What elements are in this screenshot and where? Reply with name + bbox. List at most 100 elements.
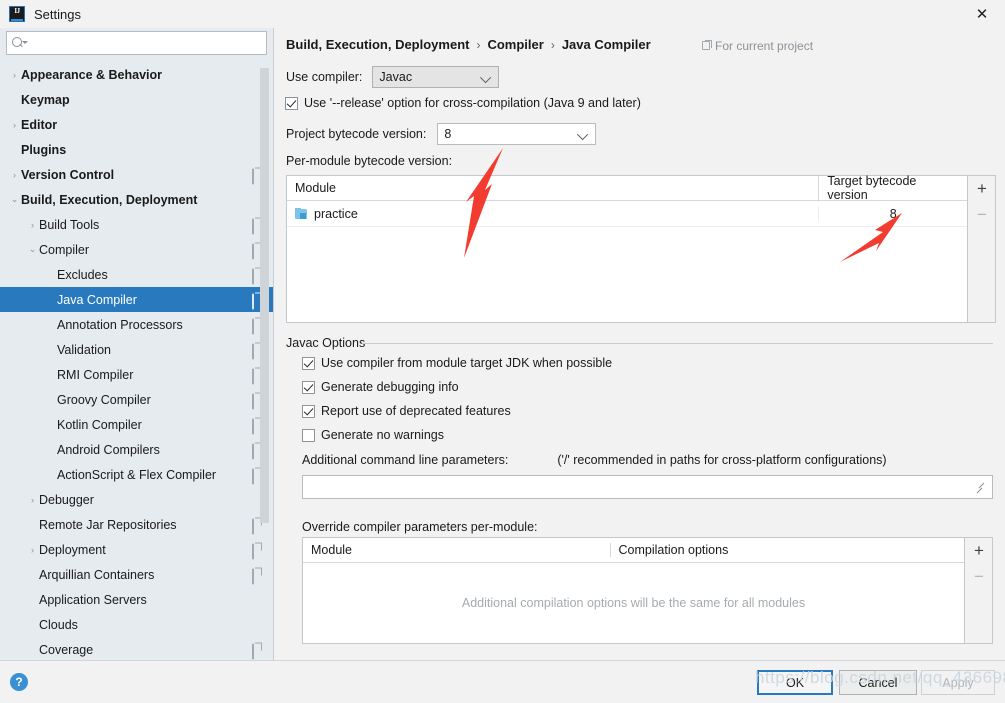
additional-params-input[interactable] [303, 476, 975, 498]
per-module-table-header: Module Target bytecode version [287, 174, 967, 202]
sidebar-item-actionscript-flex-compiler[interactable]: ActionScript & Flex Compiler [0, 462, 273, 487]
breadcrumb-part-1[interactable]: Build, Execution, Deployment [286, 37, 469, 52]
settings-dialog: IJ Settings ✕ › Appearance & Behavior Keym… [0, 0, 1005, 703]
sidebar-item-clouds[interactable]: Clouds [0, 612, 273, 637]
sidebar-item-validation[interactable]: Validation [0, 337, 273, 362]
override-params-label: Override compiler parameters per-module: [302, 520, 538, 534]
ok-button[interactable]: OK [757, 670, 833, 695]
sidebar-item-coverage[interactable]: Coverage [0, 637, 273, 660]
sidebar-item-android-compilers[interactable]: Android Compilers [0, 437, 273, 462]
javac-option-checkbox[interactable] [302, 380, 315, 394]
chevron-right-icon[interactable]: › [26, 545, 39, 555]
chevron-down-icon [577, 128, 589, 141]
sidebar-item-label: Keymap [21, 92, 70, 107]
project-bytecode-value: 8 [444, 127, 452, 141]
help-icon[interactable]: ? [10, 673, 28, 691]
sidebar-item-rmi-compiler[interactable]: RMI Compiler [0, 362, 273, 387]
release-option-row[interactable]: Use '--release' option for cross-compila… [285, 96, 641, 110]
sidebar-item-groovy-compiler[interactable]: Groovy Compiler [0, 387, 273, 412]
sidebar-item-java-compiler[interactable]: Java Compiler [0, 287, 273, 312]
module-target-bytecode[interactable]: 8 [890, 207, 897, 221]
sidebar-item-editor[interactable]: › Editor [0, 112, 273, 137]
sidebar-item-appearance-behavior[interactable]: › Appearance & Behavior [0, 62, 273, 87]
search-wrapper [0, 28, 273, 55]
additional-params-label-row: Additional command line parameters: ('/'… [302, 453, 887, 467]
override-params-label-row: Override compiler parameters per-module: [302, 520, 538, 534]
sidebar-item-kotlin-compiler[interactable]: Kotlin Compiler [0, 412, 273, 437]
use-compiler-select[interactable]: Javac [372, 66, 500, 88]
javac-option-checkbox[interactable] [302, 428, 315, 442]
table-row[interactable]: practice 8 [287, 201, 967, 227]
column-header-module[interactable]: Module [287, 181, 818, 195]
sidebar-item-excludes[interactable]: Excludes [0, 262, 273, 287]
sidebar-item-label: Appearance & Behavior [21, 67, 163, 82]
expand-icon[interactable] [975, 482, 986, 493]
sidebar-item-label: Build, Execution, Deployment [21, 192, 198, 207]
copy-icon [702, 39, 712, 53]
javac-option-checkbox[interactable] [302, 404, 315, 418]
sidebar-item-label: Version Control [21, 167, 115, 182]
additional-params-field[interactable] [302, 475, 993, 499]
column-header-target-bytecode[interactable]: Target bytecode version [818, 174, 967, 202]
column-header-compilation-options[interactable]: Compilation options [609, 543, 964, 557]
sidebar-item-build-execution-deployment[interactable]: ⌄ Build, Execution, Deployment [0, 187, 273, 212]
sidebar-item-deployment[interactable]: › Deployment [0, 537, 273, 562]
sidebar-item-version-control[interactable]: › Version Control [0, 162, 273, 187]
module-name: practice [314, 206, 358, 221]
javac-option-label: Generate debugging info [321, 380, 459, 394]
sidebar-item-application-servers[interactable]: Application Servers [0, 587, 273, 612]
sidebar-item-label: Arquillian Containers [39, 567, 155, 582]
sidebar-item-debugger[interactable]: › Debugger [0, 487, 273, 512]
sidebar-item-label: Excludes [57, 267, 108, 282]
javac-option-report-use-of-deprecated-features[interactable]: Report use of deprecated features [302, 404, 511, 418]
additional-params-label: Additional command line parameters: [302, 453, 509, 467]
chevron-down-icon[interactable]: ⌄ [8, 194, 21, 205]
remove-override-button: − [974, 567, 984, 586]
sidebar-item-label: Build Tools [39, 217, 100, 232]
search-input[interactable] [26, 34, 266, 52]
column-header-module[interactable]: Module [303, 543, 610, 557]
sidebar-item-compiler[interactable]: ⌄ Compiler [0, 237, 273, 262]
project-bytecode-select[interactable]: 8 [437, 123, 597, 145]
sidebar-item-label: Coverage [39, 642, 94, 657]
search-box[interactable] [6, 31, 267, 55]
per-module-label-row: Per-module bytecode version: [286, 154, 452, 168]
chevron-down-icon[interactable]: ⌄ [26, 244, 39, 255]
use-compiler-row: Use compiler: Javac [286, 66, 500, 88]
sidebar-item-arquillian-containers[interactable]: Arquillian Containers [0, 562, 273, 587]
breadcrumb-part-2[interactable]: Compiler [487, 37, 543, 52]
close-icon[interactable]: ✕ [959, 0, 1005, 28]
sidebar-item-build-tools[interactable]: › Build Tools [0, 212, 273, 237]
javac-option-generate-debugging-info[interactable]: Generate debugging info [302, 380, 459, 394]
chevron-right-icon[interactable]: › [8, 170, 21, 180]
remove-module-button: − [977, 205, 987, 224]
per-module-table: Module Target bytecode version practice … [286, 174, 996, 323]
sidebar-scrollbar[interactable] [260, 68, 269, 523]
sidebar-item-label: Application Servers [39, 592, 147, 607]
chevron-right-icon[interactable]: › [8, 70, 21, 80]
add-module-button[interactable]: + [968, 176, 996, 202]
chevron-right-icon[interactable]: › [26, 220, 39, 230]
sidebar-item-label: Deployment [39, 542, 106, 557]
cancel-button[interactable]: Cancel [839, 670, 917, 695]
javac-option-use-compiler-from-module-target-jdk-when-possible[interactable]: Use compiler from module target JDK when… [302, 356, 612, 370]
override-table-empty-message: Additional compilation options will be t… [461, 596, 806, 610]
sidebar-item-plugins[interactable]: Plugins [0, 137, 273, 162]
search-icon [12, 36, 28, 50]
sidebar-item-annotation-processors[interactable]: Annotation Processors [0, 312, 273, 337]
javac-option-checkbox[interactable] [302, 356, 315, 370]
sidebar-item-label: Annotation Processors [57, 317, 183, 332]
apply-button: Apply [921, 670, 995, 695]
release-option-checkbox[interactable] [285, 96, 298, 110]
sidebar-item-remote-jar-repositories[interactable]: Remote Jar Repositories [0, 512, 273, 537]
chevron-right-icon: › [550, 37, 555, 52]
sidebar-item-keymap[interactable]: Keymap [0, 87, 273, 112]
chevron-right-icon[interactable]: › [8, 120, 21, 130]
group-divider [362, 343, 993, 344]
main-panel: Build, Execution, Deployment › Compiler … [274, 28, 1005, 660]
breadcrumb-part-3: Java Compiler [561, 37, 651, 52]
chevron-right-icon[interactable]: › [26, 495, 39, 505]
javac-option-generate-no-warnings[interactable]: Generate no warnings [302, 428, 444, 442]
add-override-button[interactable]: + [965, 538, 993, 564]
for-current-project-label: For current project [715, 39, 814, 53]
